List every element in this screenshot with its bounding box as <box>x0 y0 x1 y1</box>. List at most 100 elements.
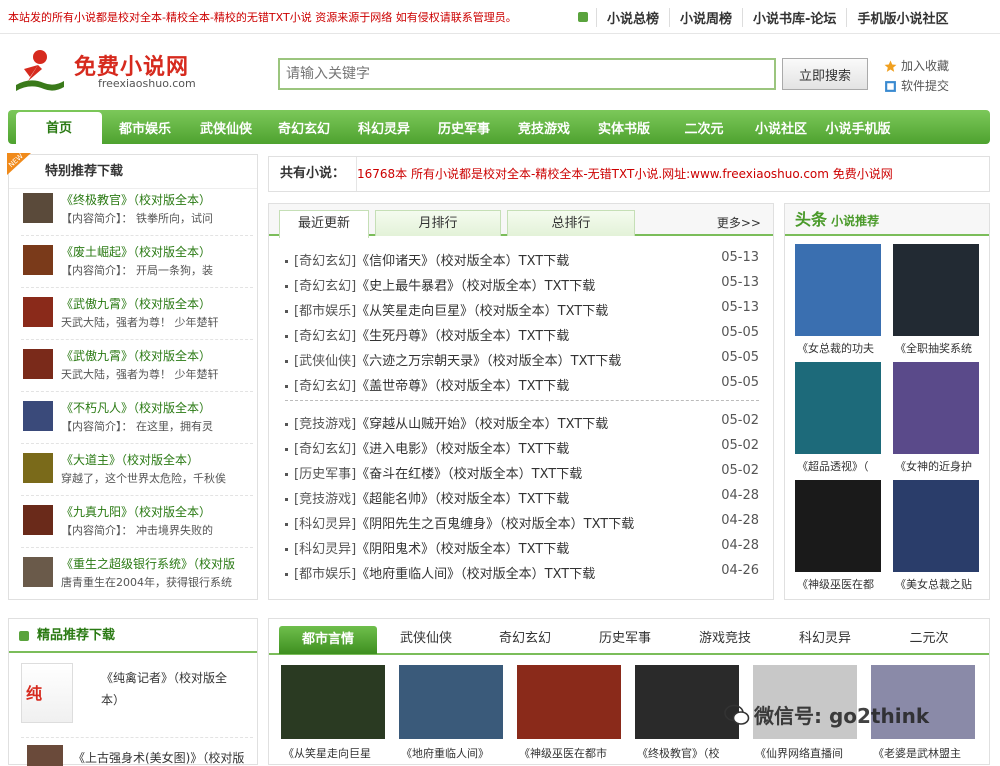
update-category[interactable]: [都市娱乐] <box>294 567 356 582</box>
top-link-mobile[interactable]: 手机版小说社区 <box>846 7 958 27</box>
special-item[interactable]: 《重生之超级银行系统》（校对版 唐青重生在2004年，获得银行系统 <box>21 555 253 601</box>
book-caption[interactable]: 《终极教官》（校 <box>637 745 747 761</box>
book-cover[interactable] <box>23 453 53 483</box>
update-title[interactable]: 《从笑星走向巨星》（校对版全本）TXT下载 <box>356 304 608 319</box>
special-item-title[interactable]: 《不朽凡人》（校对版全本） <box>61 399 211 416</box>
book-cover[interactable] <box>23 401 53 431</box>
book-cover[interactable] <box>795 480 881 572</box>
book-caption[interactable]: 《全职抽奖系统 <box>895 340 985 356</box>
update-category[interactable]: [奇幻玄幻] <box>294 329 356 344</box>
book-caption[interactable]: 《地府重临人间》 <box>401 745 511 761</box>
update-row[interactable]: [历史军事]《奋斗在红楼》（校对版全本）TXT下载 05-02 <box>285 463 759 488</box>
book-cover[interactable] <box>635 665 739 739</box>
nav-home[interactable]: 首页 <box>16 112 102 146</box>
special-item-title[interactable]: 《大道主》（校对版全本） <box>61 451 199 468</box>
quality-item-0[interactable]: 《纯禽记者》（校对版全本） <box>101 667 241 711</box>
update-row[interactable]: [都市娱乐]《地府重临人间》（校对版全本）TXT下载 04-26 <box>285 563 759 588</box>
category-tab[interactable]: 奇幻玄幻 <box>475 627 575 646</box>
book-cover[interactable] <box>23 297 53 327</box>
special-item[interactable]: 《终极教官》（校对版全本） 【内容简介】： 铁拳所向，试问 <box>21 191 253 237</box>
tab-monthly[interactable]: 月排行 <box>375 210 501 236</box>
special-item[interactable]: 《不朽凡人》（校对版全本） 【内容简介】： 在这里，拥有灵 <box>21 399 253 445</box>
nav-print[interactable]: 实体书版 <box>584 118 664 137</box>
special-item-title[interactable]: 《武傲九霄》（校对版全本） <box>61 347 211 364</box>
site-logo[interactable]: 免费小说网 freexiaoshuo.com <box>10 45 230 100</box>
update-title[interactable]: 《六迹之万宗朝天录》（校对版全本）TXT下载 <box>356 354 621 369</box>
book-cover[interactable] <box>27 745 63 766</box>
nav-community[interactable]: 小说社区 <box>744 118 818 137</box>
nav-wuxia[interactable]: 武侠仙侠 <box>188 118 264 137</box>
nav-scifi[interactable]: 科幻灵异 <box>344 118 424 137</box>
tab-recent[interactable]: 最近更新 <box>279 210 369 238</box>
update-category[interactable]: [奇幻玄幻] <box>294 279 356 294</box>
tab-total[interactable]: 总排行 <box>507 210 635 236</box>
book-cover[interactable] <box>399 665 503 739</box>
book-caption[interactable]: 《神级巫医在都 <box>797 576 887 592</box>
quality-item-1[interactable]: 《上古强身术(美女图)》（校对版 <box>73 749 244 766</box>
category-tab[interactable]: 武侠仙侠 <box>377 627 475 646</box>
book-caption[interactable]: 《美女总裁之贴 <box>895 576 985 592</box>
book-cover[interactable] <box>23 505 53 535</box>
update-category[interactable]: [竞技游戏] <box>294 492 356 507</box>
update-row[interactable]: [竞技游戏]《穿越从山贼开始》（校对版全本）TXT下载 05-02 <box>285 413 759 438</box>
bookmark-link[interactable]: 加入收藏 <box>884 56 949 76</box>
book-caption[interactable]: 《女总裁的功夫 <box>797 340 887 356</box>
book-cover[interactable] <box>795 362 881 454</box>
book-caption[interactable]: 《超品透视》（ <box>797 458 887 474</box>
special-item[interactable]: 《大道主》（校对版全本） 穿越了，这个世界太危险，千秋俟 <box>21 451 253 497</box>
update-row[interactable]: [奇幻玄幻]《生死丹尊》（校对版全本）TXT下载 05-05 <box>285 325 759 350</box>
update-category[interactable]: [科幻灵异] <box>294 517 356 532</box>
special-item[interactable]: 《九真九阳》（校对版全本） 【内容简介】： 冲击境界失败的 <box>21 503 253 549</box>
update-row[interactable]: [奇幻玄幻]《史上最牛暴君》（校对版全本）TXT下载 05-13 <box>285 275 759 300</box>
update-category[interactable]: [竞技游戏] <box>294 417 356 432</box>
nav-acg[interactable]: 二次元 <box>664 118 744 137</box>
update-title[interactable]: 《阴阳鬼术》（校对版全本）TXT下载 <box>356 542 569 557</box>
update-row[interactable]: [武侠仙侠]《六迹之万宗朝天录》（校对版全本）TXT下载 05-05 <box>285 350 759 375</box>
category-tab[interactable]: 都市言情 <box>279 626 377 654</box>
book-caption[interactable]: 《老婆是武林盟主 <box>873 745 983 761</box>
book-cover[interactable]: 纯 <box>21 663 73 723</box>
category-tab[interactable]: 历史军事 <box>575 627 675 646</box>
top-link-weekly-rank[interactable]: 小说周榜 <box>669 7 742 27</box>
special-item-title[interactable]: 《废土崛起》（校对版全本） <box>61 243 211 260</box>
special-item-title[interactable]: 《重生之超级银行系统》（校对版 <box>61 555 235 572</box>
more-link[interactable]: 更多>> <box>717 214 761 231</box>
nav-mobile[interactable]: 小说手机版 <box>818 118 898 137</box>
category-tab[interactable]: 二元次 <box>875 627 983 646</box>
update-row[interactable]: [科幻灵异]《阴阳鬼术》（校对版全本）TXT下载 04-28 <box>285 538 759 563</box>
special-item-title[interactable]: 《终极教官》（校对版全本） <box>61 191 211 208</box>
update-row[interactable]: [都市娱乐]《从笑星走向巨星》（校对版全本）TXT下载 05-13 <box>285 300 759 325</box>
update-title[interactable]: 《进入电影》（校对版全本）TXT下载 <box>356 442 569 457</box>
update-category[interactable]: [奇幻玄幻] <box>294 442 356 457</box>
nav-urban[interactable]: 都市娱乐 <box>102 118 188 137</box>
book-caption[interactable]: 《神级巫医在都市 <box>519 745 629 761</box>
update-title[interactable]: 《超能名帅》（校对版全本）TXT下载 <box>356 492 569 507</box>
book-cover[interactable] <box>893 244 979 336</box>
update-category[interactable]: [奇幻玄幻] <box>294 254 356 269</box>
top-link-total-rank[interactable]: 小说总榜 <box>596 7 669 27</box>
book-cover[interactable] <box>517 665 621 739</box>
book-caption[interactable]: 《女神的近身护 <box>895 458 985 474</box>
update-title[interactable]: 《史上最牛暴君》（校对版全本）TXT下载 <box>356 279 595 294</box>
book-cover[interactable] <box>23 193 53 223</box>
book-cover[interactable] <box>23 349 53 379</box>
update-category[interactable]: [科幻灵异] <box>294 542 356 557</box>
special-item[interactable]: 《武傲九霄》（校对版全本） 天武大陆，强者为尊！ 少年楚轩 <box>21 347 253 393</box>
top-link-library-forum[interactable]: 小说书库-论坛 <box>742 7 846 27</box>
update-title[interactable]: 《穿越从山贼开始》（校对版全本）TXT下载 <box>356 417 608 432</box>
book-cover[interactable] <box>23 557 53 587</box>
category-tab[interactable]: 游戏竞技 <box>675 627 775 646</box>
book-caption[interactable]: 《仙界网络直播间 <box>755 745 865 761</box>
book-cover[interactable] <box>23 245 53 275</box>
nav-games[interactable]: 竞技游戏 <box>504 118 584 137</box>
update-row[interactable]: [科幻灵异]《阴阳先生之百鬼缠身》（校对版全本）TXT下载 04-28 <box>285 513 759 538</box>
update-category[interactable]: [武侠仙侠] <box>294 354 356 369</box>
book-cover[interactable] <box>893 362 979 454</box>
submit-link[interactable]: 软件提交 <box>884 76 949 96</box>
update-title[interactable]: 《地府重临人间》（校对版全本）TXT下载 <box>356 567 595 582</box>
update-row[interactable]: [竞技游戏]《超能名帅》（校对版全本）TXT下载 04-28 <box>285 488 759 513</box>
nav-fantasy[interactable]: 奇幻玄幻 <box>264 118 344 137</box>
update-title[interactable]: 《信仰诸天》（校对版全本）TXT下载 <box>356 254 569 269</box>
category-tab[interactable]: 科幻灵异 <box>775 627 875 646</box>
book-cover[interactable] <box>893 480 979 572</box>
